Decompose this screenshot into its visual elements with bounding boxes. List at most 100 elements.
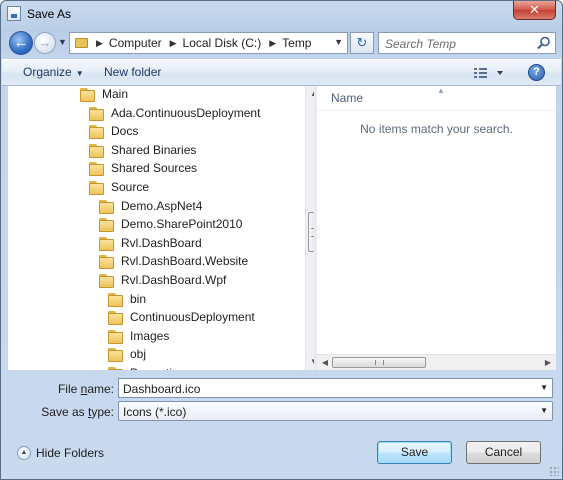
breadcrumb-computer[interactable]: Computer — [109, 36, 162, 50]
folder-icon — [89, 161, 105, 177]
chevron-down-icon[interactable]: ▼ — [540, 406, 548, 415]
scroll-right-arrow-icon[interactable]: ▶ — [540, 355, 556, 370]
header-divider — [317, 110, 556, 111]
folder-icon — [89, 180, 105, 195]
search-input[interactable] — [385, 36, 535, 51]
breadcrumb-local-disk[interactable]: Local Disk (C:) — [183, 36, 262, 50]
tree-item-label: Rvl.DashBoard.Wpf — [121, 273, 227, 287]
close-button[interactable]: ✕ — [513, 1, 556, 20]
tree-item-label: ContinuousDeployment — [130, 310, 255, 325]
save-button[interactable]: Save — [377, 441, 452, 464]
save-as-dialog: Save As ✕ ← → ▼ ▶ Computer ▶ Local Disk … — [0, 0, 563, 480]
label-text: Save as — [41, 405, 88, 419]
address-history-dropdown[interactable]: ▼ — [334, 37, 343, 47]
tree-item-label: obj — [130, 347, 147, 362]
scroll-down-arrow-icon[interactable]: ▼ — [306, 354, 314, 370]
breadcrumb-temp[interactable]: Temp — [282, 36, 311, 50]
folder-icon — [89, 124, 105, 140]
list-view-icon — [474, 68, 487, 78]
tree-item[interactable]: Demo.SharePoint2010 — [99, 215, 242, 233]
scroll-up-arrow-icon[interactable]: ▲ — [306, 86, 314, 102]
chevron-right-icon[interactable]: ▶ — [96, 38, 103, 49]
tree-item-label: bin — [130, 291, 147, 306]
label-text: File — [57, 382, 81, 396]
folder-icon — [108, 329, 124, 344]
tree-item-label: Demo.SharePoint2010 — [121, 217, 243, 232]
folder-icon — [99, 217, 115, 233]
hide-folders-label: Hide Folders — [36, 446, 105, 460]
folder-icon — [108, 310, 124, 326]
folder-icon — [99, 273, 115, 288]
folder-icon — [108, 366, 124, 370]
tree-item[interactable]: Properties — [108, 364, 185, 370]
tree-item[interactable]: obj — [108, 345, 146, 363]
tree-item-label: Properties — [130, 366, 185, 370]
navigation-tree[interactable]: Main Ada.ContinuousDeployment Docs Shared B… — [8, 86, 314, 370]
file-name-label: File name: — [1, 382, 114, 396]
change-view-button[interactable] — [472, 65, 506, 81]
tree-item-label: Images — [130, 328, 170, 343]
file-list-pane[interactable]: ▲ Name No items match your search. ◀ ▶ — [317, 86, 556, 370]
chevron-right-icon[interactable]: ▶ — [269, 38, 276, 49]
title-bar[interactable]: Save As ✕ — [1, 1, 562, 27]
tree-item[interactable]: bin — [108, 290, 146, 308]
tree-item[interactable]: ContinuousDeployment — [108, 308, 255, 326]
command-toolbar: Organize ▼ New folder ? — [2, 59, 561, 86]
save-type-value: Icons (*.ico) — [123, 405, 187, 419]
address-bar[interactable]: ▶ Computer ▶ Local Disk (C:) ▶ Temp ▼ — [69, 32, 348, 54]
hide-folders-button[interactable]: ▲ Hide Folders — [17, 446, 104, 460]
folder-icon — [108, 292, 124, 307]
tree-item[interactable]: Rvl.DashBoard.Wpf — [99, 271, 226, 289]
chevron-down-icon[interactable]: ▼ — [540, 383, 548, 392]
tree-item-label: Source — [111, 180, 150, 194]
help-button[interactable]: ? — [528, 64, 545, 81]
resize-grip[interactable] — [549, 466, 559, 476]
tree-item[interactable]: Source — [89, 178, 149, 196]
cancel-button[interactable]: Cancel — [466, 441, 541, 464]
refresh-button[interactable]: ↻ — [350, 32, 374, 54]
refresh-icon: ↻ — [356, 35, 368, 50]
tree-item-label: Rvl.DashBoard — [121, 235, 202, 250]
sort-ascending-icon: ▲ — [437, 86, 445, 95]
dialog-app-icon — [7, 6, 21, 21]
dialog-title: Save As — [27, 7, 72, 21]
organize-button[interactable]: Organize ▼ — [23, 65, 84, 79]
folder-icon — [99, 254, 115, 270]
forward-button[interactable]: → — [34, 32, 56, 54]
scroll-left-arrow-icon[interactable]: ◀ — [317, 355, 333, 370]
tree-item[interactable]: Rvl.DashBoard — [99, 234, 202, 252]
tree-item[interactable]: Shared Sources — [89, 159, 197, 177]
tree-item[interactable]: Demo.AspNet4 — [99, 197, 202, 215]
folder-icon — [89, 106, 105, 121]
folder-icon — [80, 87, 96, 102]
tree-item[interactable]: Main — [80, 86, 128, 103]
folder-icon — [89, 143, 105, 158]
back-button[interactable]: ← — [9, 31, 33, 55]
new-folder-button[interactable]: New folder — [104, 65, 161, 79]
arrow-right-icon: → — [38, 35, 52, 50]
file-name-combobox[interactable]: ▼ — [118, 378, 553, 398]
tree-vertical-scrollbar[interactable]: ▲ ▼ — [305, 86, 314, 370]
tree-item[interactable]: Docs — [89, 122, 138, 140]
chevron-right-icon[interactable]: ▶ — [170, 38, 177, 49]
save-type-select[interactable]: Icons (*.ico) ▼ — [118, 401, 553, 421]
column-header-name[interactable]: Name — [331, 91, 363, 105]
organize-label: Organize — [23, 65, 72, 79]
search-box[interactable] — [378, 32, 556, 54]
chevron-down-icon: ▼ — [58, 37, 67, 47]
search-icon[interactable] — [537, 36, 551, 50]
tree-item[interactable]: Images — [108, 327, 169, 345]
scroll-thumb[interactable] — [332, 357, 426, 368]
folder-icon — [75, 38, 88, 48]
chevron-up-icon: ▲ — [17, 446, 31, 460]
file-name-input[interactable] — [123, 381, 528, 396]
tree-item-label: Demo.AspNet4 — [121, 198, 203, 213]
empty-list-message: No items match your search. — [360, 122, 513, 136]
tree-item[interactable]: Ada.ContinuousDeployment — [89, 104, 260, 122]
recent-locations-dropdown[interactable]: ▼ — [58, 37, 67, 47]
tree-item[interactable]: Shared Binaries — [89, 141, 196, 159]
save-type-label: Save as type: — [1, 405, 114, 419]
tree-item[interactable]: Rvl.DashBoard.Website — [99, 252, 248, 270]
folder-icon — [99, 236, 115, 251]
list-horizontal-scrollbar[interactable]: ◀ ▶ — [317, 354, 556, 370]
